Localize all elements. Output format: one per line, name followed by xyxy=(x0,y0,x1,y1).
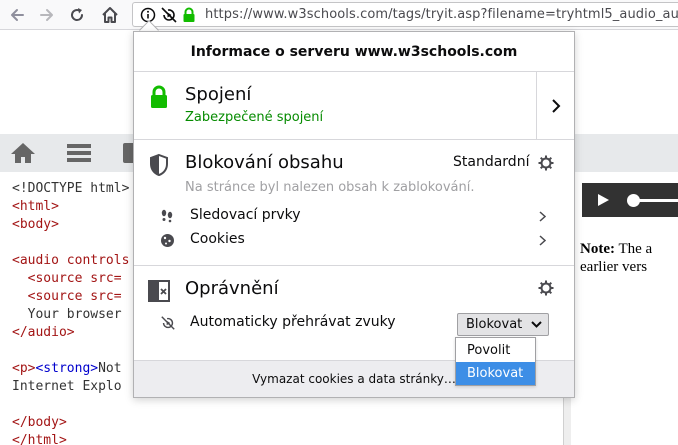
back-button[interactable] xyxy=(4,2,30,28)
chevron-down-icon xyxy=(531,321,542,328)
menu-icon xyxy=(67,144,91,162)
browser-window: https://www.w3schools.com/tags/tryit.asp… xyxy=(0,0,678,445)
chevron-right-icon xyxy=(539,211,546,222)
note-label: Note: xyxy=(580,241,615,257)
forward-arrow-icon xyxy=(40,9,53,21)
shield-icon xyxy=(150,153,168,177)
content-blocking-settings-button[interactable] xyxy=(536,153,556,173)
url-text[interactable]: https://www.w3schools.com/tags/tryit.asp… xyxy=(205,7,678,22)
autoplay-permission-dropdown: Povolit Blokovat xyxy=(455,337,536,386)
autoplay-blocked-icon xyxy=(161,316,175,330)
code-text: <!DOCTYPE html> <html> <body> <audio contro… xyxy=(12,180,129,445)
permissions-icon xyxy=(148,280,170,302)
footprints-icon xyxy=(161,209,173,223)
cookies-label: Cookies xyxy=(190,231,245,247)
editor-menu-button[interactable] xyxy=(66,141,92,165)
code-line: </audio> xyxy=(12,324,129,342)
code-token: <!DOCTYPE html> xyxy=(12,181,130,196)
code-token: </audio> xyxy=(12,325,75,340)
browser-toolbar: https://www.w3schools.com/tags/tryit.asp… xyxy=(0,0,678,30)
audio-progress-thumb[interactable] xyxy=(627,194,640,207)
lock-icon xyxy=(183,7,195,22)
code-token: Not xyxy=(98,361,122,376)
content-blocking-section: Blokování obsahu Standardní Na stránce b… xyxy=(134,140,574,266)
code-token: </body> xyxy=(12,415,67,430)
code-token: Your browser xyxy=(12,307,122,322)
reload-button[interactable] xyxy=(64,2,90,28)
forward-button[interactable] xyxy=(34,2,60,28)
connection-title: Spojení xyxy=(185,84,252,105)
content-blocking-description: Na stránce byl nalezen obsah k zabloková… xyxy=(185,180,475,195)
code-line: <source src= xyxy=(12,288,129,306)
chevron-right-icon xyxy=(539,235,546,246)
code-token: <p> xyxy=(12,361,36,376)
code-line: <p><strong>Not xyxy=(12,360,129,378)
code-token: <source src= xyxy=(27,271,122,286)
lock-icon xyxy=(151,85,167,108)
tracker-row[interactable]: Sledovací prvky xyxy=(134,204,574,228)
connection-status: Zabezpečené spojení xyxy=(185,110,324,125)
chevron-right-icon xyxy=(551,98,560,113)
permissions-settings-button[interactable] xyxy=(536,278,556,298)
permissions-title: Oprávnění xyxy=(185,278,279,299)
autoplay-blocked-icon xyxy=(161,7,177,23)
audio-player[interactable] xyxy=(582,183,678,217)
content-blocking-title: Blokování obsahu xyxy=(185,152,344,173)
code-token: <body> xyxy=(12,217,59,232)
note-text-line-1: The a xyxy=(614,241,653,257)
code-line: Your browser xyxy=(12,306,129,324)
back-arrow-icon xyxy=(11,9,24,21)
gear-icon xyxy=(538,280,554,296)
home-icon xyxy=(102,7,118,23)
autoplay-permission-select[interactable]: Blokovat xyxy=(457,313,549,336)
gear-icon xyxy=(538,155,554,171)
editor-home-button[interactable] xyxy=(10,141,36,165)
autoplay-blocked-button[interactable] xyxy=(159,6,179,24)
cookies-row[interactable]: Cookies xyxy=(134,228,574,252)
cookie-icon xyxy=(161,234,174,247)
connection-section: Spojení Zabezpečené spojení xyxy=(134,72,574,140)
autoplay-permission-label: Automaticky přehrávat zvuky xyxy=(190,314,396,330)
home-button[interactable] xyxy=(97,2,123,28)
code-line: Internet Explo xyxy=(12,378,129,396)
home-icon xyxy=(11,143,35,163)
code-token: <source src= xyxy=(27,289,122,304)
dropdown-option-block[interactable]: Blokovat xyxy=(456,362,535,385)
popup-header: Informace o serveru www.w3schools.com xyxy=(134,32,574,72)
secure-lock-button[interactable] xyxy=(181,6,197,24)
connection-info: Spojení Zabezpečené spojení xyxy=(134,72,536,139)
play-icon[interactable] xyxy=(596,193,610,207)
connection-details-button[interactable] xyxy=(536,72,574,139)
code-line: </body> xyxy=(12,414,129,432)
code-token: <audio controls xyxy=(12,253,130,268)
reload-icon xyxy=(71,8,84,21)
code-line: <audio controls xyxy=(12,252,129,270)
code-line: </html> xyxy=(12,432,129,445)
content-blocking-mode: Standardní xyxy=(453,154,530,170)
code-line: <source src= xyxy=(12,270,129,288)
dropdown-option-allow[interactable]: Povolit xyxy=(456,339,535,362)
url-bar[interactable]: https://www.w3schools.com/tags/tryit.asp… xyxy=(132,2,678,27)
result-note: Note: The a earlier vers xyxy=(580,240,652,276)
code-token: <html> xyxy=(12,199,59,214)
code-line: <body> xyxy=(12,216,129,234)
code-token: Internet Explo xyxy=(12,379,122,394)
code-token: <strong> xyxy=(35,361,99,376)
code-token: </html> xyxy=(12,433,67,445)
autoplay-permission-value: Blokovat xyxy=(466,317,523,332)
code-line: <!DOCTYPE html> xyxy=(12,180,129,198)
note-text-line-2: earlier vers xyxy=(580,259,648,275)
code-line: <html> xyxy=(12,198,129,216)
tracker-label: Sledovací prvky xyxy=(190,207,301,223)
